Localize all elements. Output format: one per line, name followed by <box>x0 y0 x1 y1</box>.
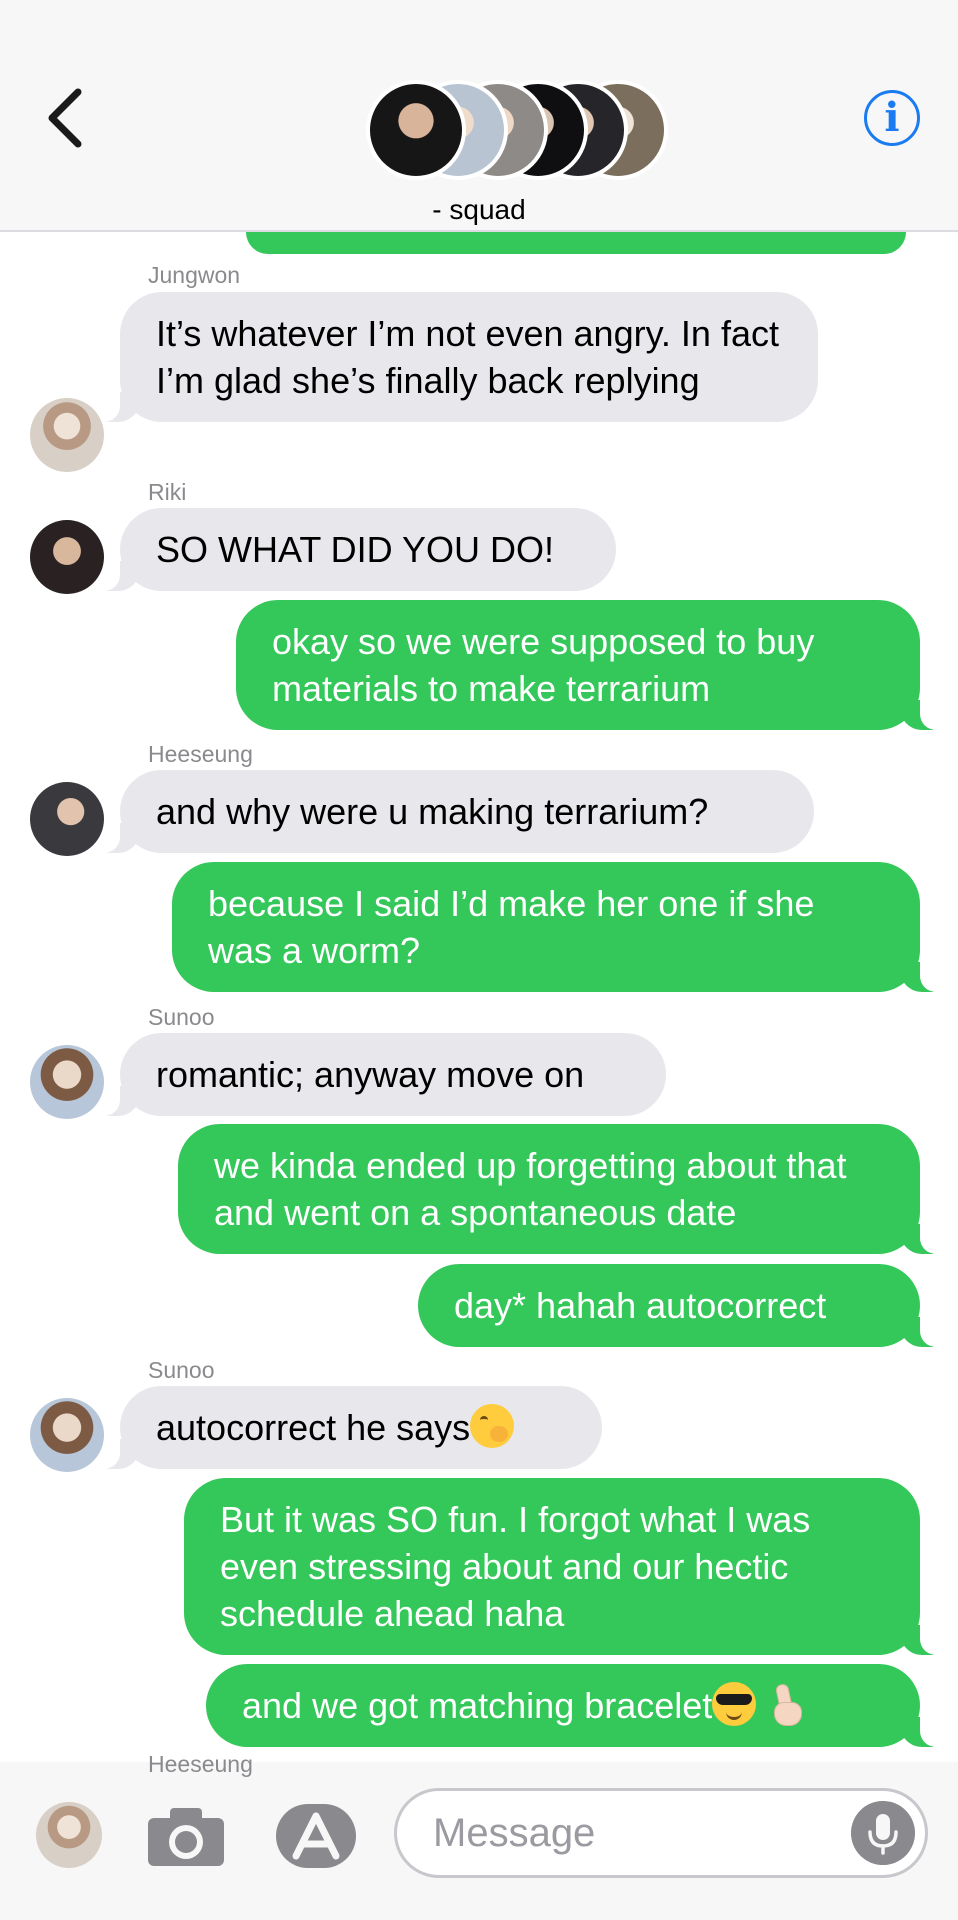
outgoing-message[interactable]: we kinda ended up forgetting about that … <box>178 1124 946 1254</box>
smiling-face-with-sunglasses-icon <box>712 1682 757 1726</box>
outgoing-message[interactable]: and we got matching bracelet <box>206 1664 946 1747</box>
message-text: romantic; anyway move on <box>156 1054 585 1095</box>
sender-name: Heeseung <box>148 741 253 767</box>
sender-name: Sunoo <box>148 1357 215 1383</box>
group-name[interactable]: - squad <box>0 194 958 226</box>
avatar[interactable] <box>30 520 104 594</box>
back-chevron-icon[interactable] <box>40 86 90 150</box>
camera-icon[interactable] <box>146 1806 226 1868</box>
avatar[interactable] <box>36 1802 102 1868</box>
message-placeholder: Message <box>433 1811 596 1855</box>
avatar[interactable] <box>30 782 104 856</box>
sender-name: Jungwon <box>148 262 241 288</box>
face-with-hand-over-mouth-icon <box>470 1404 515 1448</box>
outgoing-message[interactable]: day* hahah autocorrect <box>418 1264 946 1347</box>
message-text: It’s whatever I’m not even angry. In fac… <box>156 313 779 401</box>
incoming-message[interactable]: romantic; anyway move on <box>94 1033 666 1116</box>
previous-message-edge <box>246 232 906 254</box>
message-text: day* hahah autocorrect <box>454 1285 827 1326</box>
chat-header: i - squad <box>0 0 958 232</box>
sender-name: Sunoo <box>148 1004 215 1030</box>
sender-name: Heeseung <box>148 1751 253 1777</box>
outgoing-message[interactable]: okay so we were supposed to buy material… <box>236 600 946 730</box>
message-text: we kinda ended up forgetting about that … <box>214 1145 847 1233</box>
message-text: SO WHAT DID YOU DO! <box>156 529 555 570</box>
app-store-icon[interactable] <box>274 1802 358 1870</box>
outgoing-message[interactable]: But it was SO fun. I forgot what I was e… <box>184 1478 946 1655</box>
message-text: autocorrect he says <box>156 1407 471 1448</box>
crossed-fingers-icon <box>766 1682 810 1726</box>
incoming-message[interactable]: It’s whatever I’m not even angry. In fac… <box>94 292 818 422</box>
group-member-avatar <box>366 80 466 180</box>
avatar[interactable] <box>30 398 104 472</box>
microphone-icon[interactable] <box>851 1801 915 1865</box>
sender-name: Riki <box>148 479 187 505</box>
outgoing-message[interactable]: because I said I’d make her one if she w… <box>172 862 946 992</box>
avatar[interactable] <box>30 1398 104 1472</box>
incoming-message[interactable]: autocorrect he says <box>94 1386 602 1469</box>
message-text: But it was SO fun. I forgot what I was e… <box>220 1499 811 1634</box>
message-text: and why were u making terrarium? <box>156 791 709 832</box>
group-avatars[interactable] <box>366 80 676 180</box>
avatar[interactable] <box>30 1045 104 1119</box>
info-icon[interactable]: i <box>864 90 920 146</box>
message-input[interactable]: Message <box>394 1788 928 1878</box>
incoming-message[interactable]: and why were u making terrarium? <box>94 770 814 853</box>
message-text: because I said I’d make her one if she w… <box>208 883 815 971</box>
message-text: okay so we were supposed to buy material… <box>272 621 815 709</box>
message-text: and we got matching bracelet <box>242 1685 713 1726</box>
incoming-message[interactable]: SO WHAT DID YOU DO! <box>94 508 616 591</box>
